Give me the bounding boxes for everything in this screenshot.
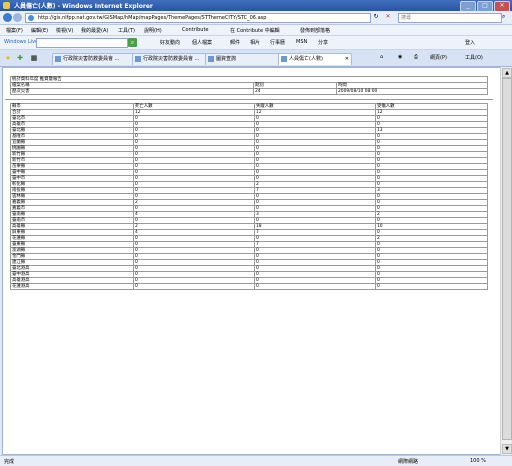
- table-cell: 0: [375, 283, 488, 290]
- tab-3-label: 圖資查詢: [216, 56, 237, 62]
- page-menu[interactable]: 網頁(P): [430, 54, 447, 61]
- table-cell: 0: [254, 283, 376, 290]
- status-bar: 完成 網際網路 100 %: [0, 455, 512, 466]
- meta-value-file: 歷次災害: [10, 88, 254, 95]
- menu-edit[interactable]: 編輯(E): [31, 27, 48, 34]
- menu-contribute[interactable]: Contribute: [182, 27, 209, 33]
- live-calendar[interactable]: 行事曆: [270, 39, 285, 46]
- tools-menu[interactable]: 工具(O): [465, 54, 483, 61]
- title-bar: 人員傷亡(人數) - Windows Internet Explorer _ □…: [0, 0, 512, 12]
- browser-window: 人員傷亡(人數) - Windows Internet Explorer _ □…: [0, 0, 512, 466]
- live-mail[interactable]: 郵件: [230, 39, 240, 46]
- scroll-down-icon[interactable]: ▼: [502, 444, 512, 454]
- zoom-level[interactable]: 100 %: [470, 458, 486, 464]
- security-zone: 網際網路: [398, 459, 419, 465]
- menu-file[interactable]: 檔案(F): [6, 27, 23, 34]
- ie-logo-icon: [3, 2, 10, 9]
- vertical-scrollbar[interactable]: ▲ ▼: [500, 67, 512, 455]
- table-cell: 0: [133, 283, 255, 290]
- menu-bar: 檔案(F) 編輯(E) 檢視(V) 我的最愛(A) 工具(T) 說明(H) Co…: [0, 25, 512, 36]
- feeds-icon[interactable]: ◉: [398, 54, 402, 60]
- tab-page-icon: [135, 56, 141, 62]
- live-search-go-icon[interactable]: ⌕: [128, 38, 137, 47]
- scroll-up-icon[interactable]: ▲: [502, 68, 512, 78]
- tab-1[interactable]: 行政院災害防救委員會 ...: [52, 53, 134, 65]
- tab-close-icon[interactable]: ✕: [345, 54, 349, 65]
- quick-tabs-icon[interactable]: ▦: [30, 54, 38, 62]
- live-msn[interactable]: MSN: [296, 39, 307, 45]
- back-button[interactable]: [3, 13, 12, 22]
- menu-contribute-edit[interactable]: 在 Contribute 中編輯: [230, 27, 280, 34]
- menu-tools[interactable]: 工具(T): [118, 27, 135, 34]
- tab-page-icon: [281, 56, 287, 62]
- menu-blog[interactable]: 發佈到部落格: [300, 27, 330, 34]
- live-profile[interactable]: 個人檔案: [192, 39, 212, 46]
- table-row: 花蓮港高 0 0 0: [10, 283, 488, 290]
- tab-4-label: 人員傷亡(人數): [289, 56, 323, 62]
- stop-button[interactable]: ✕: [384, 13, 392, 21]
- tab-page-icon: [208, 56, 214, 62]
- home-icon[interactable]: ⌂: [380, 54, 383, 60]
- tab-page-icon: [55, 56, 61, 62]
- live-photos[interactable]: 相片: [250, 39, 260, 46]
- divider: [5, 99, 493, 100]
- menu-help[interactable]: 說明(H): [144, 27, 162, 34]
- live-search-input[interactable]: [36, 38, 128, 48]
- add-favorite-icon[interactable]: ✚: [16, 54, 24, 62]
- tab-3[interactable]: 圖資查詢: [205, 53, 282, 65]
- live-share[interactable]: 分享: [318, 39, 328, 46]
- tab-1-label: 行政院災害防救委員會 ...: [63, 56, 120, 62]
- live-signin[interactable]: 登入: [465, 39, 475, 46]
- url-text: http://gis.nlfpp.nat.gov.tw/GISMap/hMap/…: [38, 15, 267, 21]
- meta-value-period: 24: [253, 88, 337, 95]
- menu-view[interactable]: 檢視(V): [56, 27, 73, 34]
- url-input[interactable]: http://gis.nlfpp.nat.gov.tw/GISMap/hMap/…: [25, 13, 371, 23]
- search-icon[interactable]: ⌕: [502, 13, 505, 21]
- scroll-thumb[interactable]: [502, 78, 512, 440]
- search-input[interactable]: 搜尋: [398, 13, 502, 23]
- forward-button[interactable]: [13, 13, 22, 22]
- tab-2[interactable]: 行政院災害防救委員會 ...: [132, 53, 214, 65]
- window-title: 人員傷亡(人數) - Windows Internet Explorer: [14, 3, 153, 10]
- tab-bar: ★ ✚ ▦ 行政院災害防救委員會 ... 行政院災害防救委員會 ... 圖資查詢…: [0, 50, 512, 67]
- tab-4[interactable]: 人員傷亡(人數) ✕: [278, 53, 352, 65]
- status-text: 完成: [4, 459, 15, 465]
- windows-live-label[interactable]: Windows Live: [4, 39, 38, 45]
- print-icon[interactable]: ⎙: [414, 54, 418, 60]
- page-menu-label: 網頁(P): [430, 55, 447, 61]
- tab-2-label: 行政院災害防救委員會 ...: [143, 56, 200, 62]
- favorites-star-icon[interactable]: ★: [4, 54, 12, 62]
- windows-live-toolbar: Windows Live ⌕ 好友動向 個人檔案 郵件 相片 行事曆 MSN 分…: [0, 36, 512, 50]
- refresh-button[interactable]: ↻: [372, 13, 380, 21]
- tools-menu-label: 工具(O): [465, 55, 483, 61]
- report-header-table: 統計資料年度 推資暨報告 檔案名稱 期別 時間 歷次災害 24 2009/08/…: [10, 76, 488, 95]
- casualty-table: 縣市 死亡人數 失蹤人數 受傷人數 合計 12 12 12 臺北市 0 0 0 高雄市 0 0 0 臺北…: [10, 103, 488, 290]
- address-bar: http://gis.nlfpp.nat.gov.tw/GISMap/hMap/…: [0, 11, 512, 25]
- meta-value-time: 2009/08/10 08:00: [336, 88, 488, 95]
- table-cell: 花蓮港高: [10, 283, 134, 290]
- page-icon: [28, 15, 34, 21]
- menu-favorites[interactable]: 我的最愛(A): [81, 27, 108, 34]
- live-friends[interactable]: 好友動向: [160, 39, 180, 46]
